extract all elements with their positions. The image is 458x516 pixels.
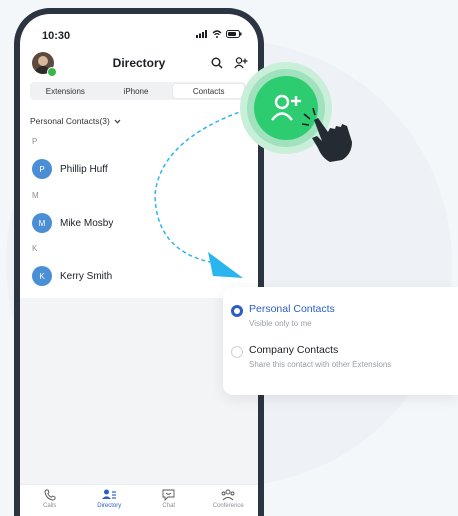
pointer-hand-icon (301, 108, 352, 162)
radio-selected-icon[interactable] (231, 305, 243, 317)
dashed-arrow (154, 109, 246, 278)
radio-unselected-icon[interactable] (231, 346, 243, 358)
option-subtitle: Share this contact with other Extensions (249, 360, 392, 369)
arrow-head-icon (208, 252, 243, 278)
option-title: Personal Contacts (249, 303, 335, 315)
option-company-contacts[interactable]: Company Contacts Share this contact with… (231, 344, 392, 369)
option-personal-contacts[interactable]: Personal Contacts Visible only to me (231, 303, 335, 328)
option-title: Company Contacts (249, 344, 339, 356)
option-subtitle: Visible only to me (249, 319, 312, 328)
contact-type-popup: Personal Contacts Visible only to me Com… (223, 287, 458, 395)
add-user-icon (271, 94, 301, 121)
